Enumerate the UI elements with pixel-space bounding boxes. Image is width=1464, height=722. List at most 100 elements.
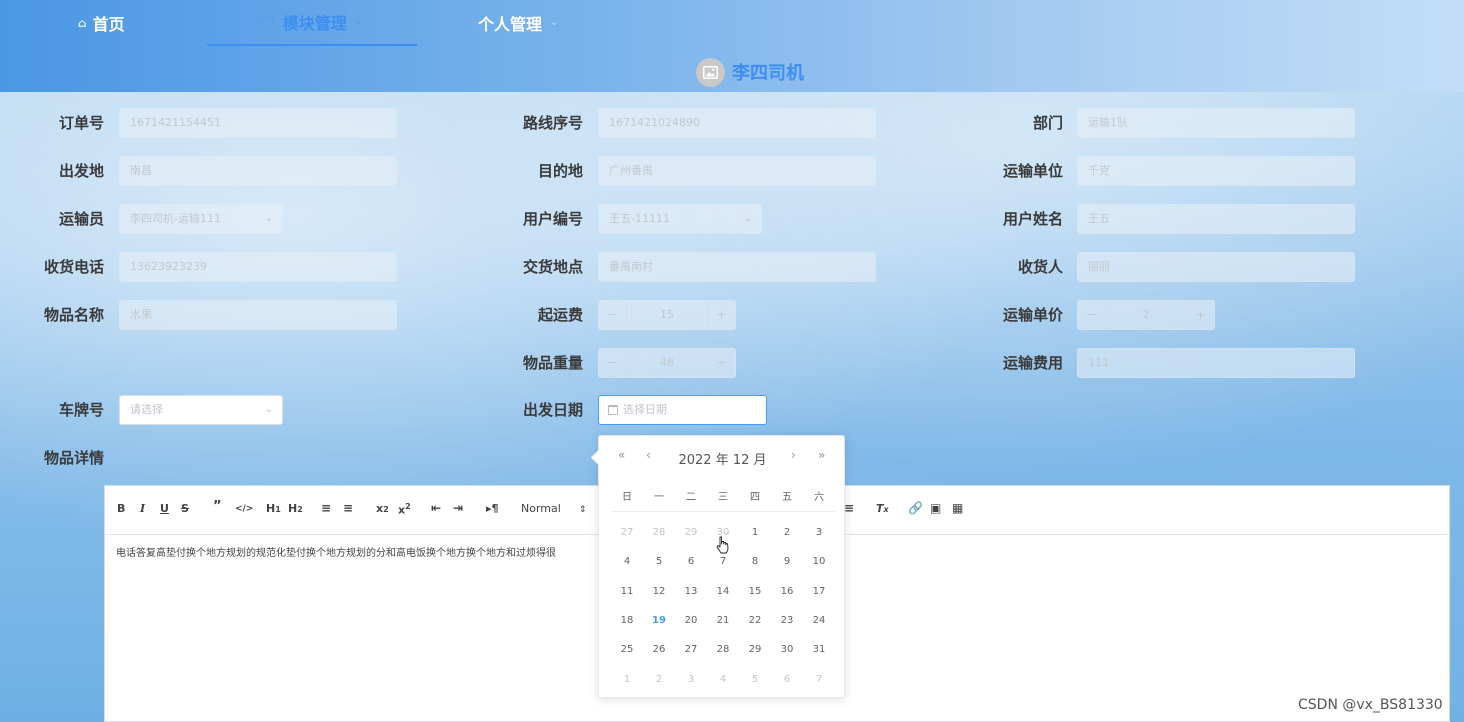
text-direction-icon[interactable]: ▸¶ <box>486 502 499 515</box>
transport-unit-input[interactable]: 千克 <box>1077 156 1355 186</box>
user-menu[interactable]: 李四司机 <box>696 56 804 88</box>
date-cell[interactable]: 27 <box>675 644 707 655</box>
image-icon[interactable]: ▣ <box>930 501 941 515</box>
date-cell-today[interactable]: 19 <box>643 615 675 626</box>
date-cell[interactable]: 20 <box>675 615 707 626</box>
unit-price-value[interactable]: 2 <box>1106 301 1186 329</box>
header1-icon[interactable]: H1 <box>266 502 281 515</box>
date-cell[interactable]: 11 <box>611 586 643 597</box>
date-cell[interactable]: 3 <box>675 674 707 685</box>
date-cell[interactable]: 3 <box>803 527 835 538</box>
start-fee-label: 起运费 <box>537 306 583 324</box>
date-cell[interactable]: 14 <box>707 586 739 597</box>
transport-cost-input[interactable]: 111 <box>1077 348 1355 378</box>
nav-home[interactable]: ⌂ 首页 <box>78 0 125 46</box>
italic-icon[interactable]: I <box>140 502 145 515</box>
subscript-icon[interactable]: x2 <box>376 502 389 515</box>
decrement-button[interactable]: − <box>599 301 627 329</box>
date-picker-title[interactable]: 2022 年 12 月 <box>599 449 846 468</box>
transporter-select[interactable]: 李四司机-运输111 ⌄ <box>119 204 283 234</box>
date-cell[interactable]: 4 <box>707 674 739 685</box>
bullet-list-icon[interactable]: ≡ <box>343 501 353 515</box>
underline-icon[interactable]: U <box>160 502 169 515</box>
item-weight-stepper[interactable]: − 48 + <box>598 348 736 378</box>
next-year-icon[interactable]: » <box>818 448 825 462</box>
decrement-button[interactable]: − <box>1078 301 1106 329</box>
origin-input[interactable]: 南昌 <box>119 156 397 186</box>
link-icon[interactable]: 🔗 <box>908 501 923 515</box>
clean-format-icon[interactable]: Tx <box>876 502 889 515</box>
nav-module-management[interactable]: 模块管理 ⌄ <box>207 0 417 46</box>
date-cell[interactable]: 27 <box>611 527 643 538</box>
date-cell[interactable]: 5 <box>643 556 675 567</box>
user-name-input[interactable]: 王五 <box>1077 204 1355 234</box>
date-cell[interactable]: 7 <box>707 556 739 567</box>
bold-icon[interactable]: B <box>117 502 125 515</box>
unit-price-stepper[interactable]: − 2 + <box>1077 300 1215 330</box>
video-icon[interactable]: ▦ <box>952 501 963 515</box>
date-cell[interactable]: 15 <box>739 586 771 597</box>
item-weight-value[interactable]: 48 <box>627 349 707 377</box>
strikethrough-icon[interactable]: S <box>181 502 189 515</box>
receiver-input[interactable]: 丽丽 <box>1077 252 1355 282</box>
increment-button[interactable]: + <box>707 301 735 329</box>
nav-personal-management[interactable]: 个人管理 ⌄ <box>478 0 558 46</box>
date-cell[interactable]: 1 <box>739 527 771 538</box>
order-no-input[interactable]: 1671421154451 <box>119 108 397 138</box>
date-cell[interactable]: 29 <box>675 527 707 538</box>
align-icon[interactable]: ≡ <box>844 501 854 515</box>
depart-date-input[interactable]: 选择日期 <box>598 395 767 425</box>
date-cell[interactable]: 6 <box>771 674 803 685</box>
start-fee-stepper[interactable]: − 15 + <box>598 300 736 330</box>
date-cell[interactable]: 2 <box>771 527 803 538</box>
date-cell[interactable]: 1 <box>611 674 643 685</box>
delivery-place-input[interactable]: 番禺南村 <box>598 252 876 282</box>
blockquote-icon[interactable]: ” <box>213 499 222 514</box>
date-cell[interactable]: 9 <box>771 556 803 567</box>
date-cell[interactable]: 28 <box>643 527 675 538</box>
date-cell[interactable]: 25 <box>611 644 643 655</box>
date-cell[interactable]: 6 <box>675 556 707 567</box>
date-cell[interactable]: 21 <box>707 615 739 626</box>
outdent-icon[interactable]: ⇤ <box>431 501 441 515</box>
date-cell[interactable]: 10 <box>803 556 835 567</box>
indent-icon[interactable]: ⇥ <box>453 501 463 515</box>
destination-input[interactable]: 广州番禺 <box>598 156 876 186</box>
weekday-label: 五 <box>782 492 792 503</box>
plate-no-select[interactable]: 请选择 ⌄ <box>119 395 283 425</box>
phone-input[interactable]: 13623923239 <box>119 252 397 282</box>
start-fee-value[interactable]: 15 <box>627 301 707 329</box>
increment-button[interactable]: + <box>1186 301 1214 329</box>
date-cell[interactable]: 26 <box>643 644 675 655</box>
header-select[interactable]: Normal ⇕ <box>521 502 586 515</box>
date-cell[interactable]: 18 <box>611 615 643 626</box>
date-cell[interactable]: 12 <box>643 586 675 597</box>
date-cell[interactable]: 29 <box>739 644 771 655</box>
date-cell[interactable]: 2 <box>643 674 675 685</box>
ordered-list-icon[interactable]: ≡ <box>321 501 331 515</box>
superscript-icon[interactable]: x2 <box>398 502 411 517</box>
watermark: CSDN @vx_BS81330 <box>1298 697 1443 713</box>
route-no-input[interactable]: 1671421024890 <box>598 108 876 138</box>
date-cell[interactable]: 24 <box>803 615 835 626</box>
department-input[interactable]: 运输1队 <box>1077 108 1355 138</box>
date-cell[interactable]: 30 <box>771 644 803 655</box>
decrement-button[interactable]: − <box>599 349 627 377</box>
user-no-select[interactable]: 王五-11111 ⌄ <box>598 204 762 234</box>
date-cell[interactable]: 17 <box>803 586 835 597</box>
date-cell[interactable]: 28 <box>707 644 739 655</box>
next-month-icon[interactable]: › <box>791 448 796 462</box>
date-cell[interactable]: 22 <box>739 615 771 626</box>
code-icon[interactable]: </> <box>235 504 253 514</box>
date-cell[interactable]: 7 <box>803 674 835 685</box>
date-cell[interactable]: 4 <box>611 556 643 567</box>
date-cell[interactable]: 31 <box>803 644 835 655</box>
date-cell[interactable]: 16 <box>771 586 803 597</box>
header2-icon[interactable]: H2 <box>288 502 303 515</box>
date-cell[interactable]: 23 <box>771 615 803 626</box>
item-name-input[interactable]: 水果 <box>119 300 397 330</box>
date-cell[interactable]: 13 <box>675 586 707 597</box>
date-cell[interactable]: 5 <box>739 674 771 685</box>
increment-button[interactable]: + <box>707 349 735 377</box>
date-cell[interactable]: 8 <box>739 556 771 567</box>
